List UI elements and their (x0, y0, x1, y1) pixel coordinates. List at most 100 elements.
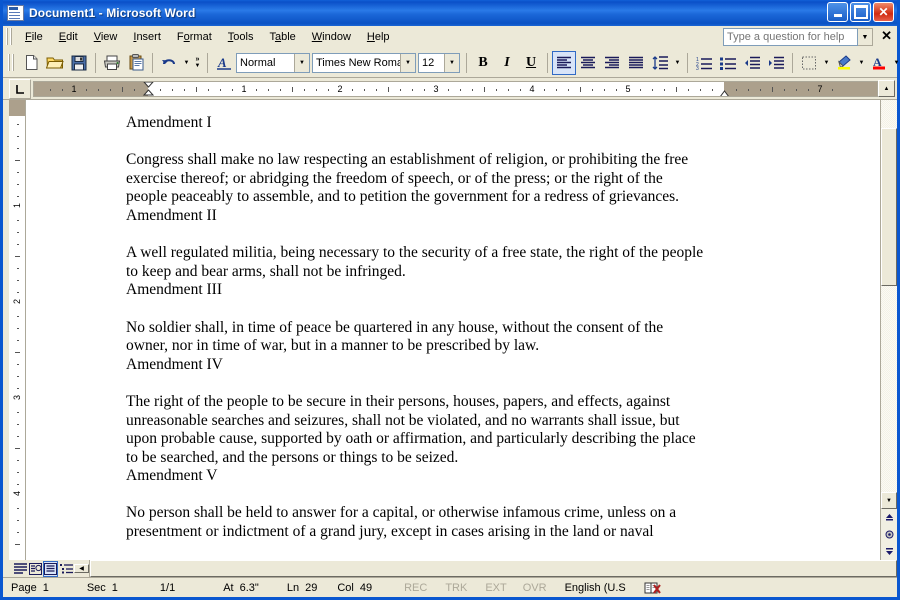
styles-formatting-icon[interactable]: A (212, 51, 236, 75)
right-indent-marker[interactable] (719, 89, 729, 96)
menu-format[interactable]: Format (169, 28, 220, 46)
menu-insert[interactable]: Insert (125, 28, 169, 46)
select-browse-object-icon[interactable] (881, 526, 897, 543)
menu-table[interactable]: Table (261, 28, 303, 46)
chevron-down-icon[interactable]: ▼ (858, 28, 873, 46)
font-dropdown-icon[interactable]: ▼ (400, 53, 415, 72)
italic-label: I (504, 54, 510, 70)
numbering-icon[interactable]: 123 (692, 51, 716, 75)
align-right-icon[interactable] (600, 51, 624, 75)
horizontal-ruler[interactable]: 1 1 2 3 4 5 7 (33, 81, 878, 97)
italic-icon[interactable]: I (495, 51, 519, 75)
decrease-indent-icon[interactable] (740, 51, 764, 75)
style-dropdown-icon[interactable]: ▼ (294, 53, 309, 72)
document-body[interactable]: Amendment I Congress shall make no law r… (26, 100, 706, 542)
svg-text:3: 3 (696, 66, 699, 70)
vruler-num-2: 2 (12, 299, 22, 305)
next-page-icon[interactable] (881, 543, 897, 560)
web-layout-view-icon[interactable] (28, 561, 42, 577)
new-document-icon[interactable] (19, 51, 43, 75)
bold-icon[interactable]: B (471, 51, 495, 75)
print-layout-view-icon[interactable] (43, 560, 58, 577)
save-disk-icon[interactable] (67, 51, 91, 75)
toolbar-options-icon[interactable]: » ▼ (192, 51, 203, 75)
toolbar-grip-1[interactable] (8, 54, 16, 71)
horizontal-scroll-row: ◀ (3, 560, 897, 577)
font-size-dropdown-icon[interactable]: ▼ (444, 53, 459, 72)
borders-icon[interactable] (797, 51, 821, 75)
align-center-icon[interactable] (576, 51, 600, 75)
status-page-label: Page (11, 581, 37, 594)
status-rec[interactable]: REC (404, 582, 427, 594)
status-ext[interactable]: EXT (485, 582, 506, 594)
scroll-down-button[interactable]: ▼ (881, 492, 897, 509)
menu-view[interactable]: View (86, 28, 126, 46)
bullets-icon[interactable] (716, 51, 740, 75)
highlight-dropdown-icon[interactable]: ▼ (856, 51, 867, 75)
hscroll-left-button[interactable]: ◀ (74, 564, 89, 573)
font-color-dropdown-icon[interactable]: ▼ (891, 51, 900, 75)
vertical-scrollbar[interactable]: ▼ (880, 100, 897, 560)
increase-indent-icon[interactable] (764, 51, 788, 75)
right-margin-zone (724, 82, 877, 96)
normal-view-icon[interactable] (13, 561, 27, 577)
paragraph: Amendment I (126, 114, 212, 131)
document-canvas[interactable]: Amendment I Congress shall make no law r… (26, 100, 880, 560)
vscroll-thumb[interactable] (881, 128, 897, 286)
line-spacing-icon[interactable] (648, 51, 672, 75)
highlight-icon[interactable] (832, 51, 856, 75)
outline-view-icon[interactable] (59, 561, 73, 577)
tab-stop-selector[interactable] (9, 79, 31, 99)
paragraph-blank (126, 300, 706, 319)
status-language[interactable]: English (U.S (565, 582, 626, 594)
status-col-value: 49 (359, 581, 373, 594)
hruler-num-1: 1 (241, 84, 247, 94)
hscroll-track[interactable] (89, 560, 897, 577)
scroll-up-button-top[interactable]: ▲ (878, 80, 895, 97)
font-color-icon[interactable]: A (867, 51, 891, 75)
paragraph: The right of the people to be secure in … (126, 392, 696, 466)
document-page[interactable]: Amendment I Congress shall make no law r… (26, 100, 880, 560)
line-spacing-dropdown-icon[interactable]: ▼ (672, 51, 683, 75)
align-left-icon[interactable] (552, 50, 576, 75)
print-icon[interactable] (100, 51, 124, 75)
font-size-combobox[interactable]: 12 ▼ (418, 52, 460, 73)
undo-dropdown-icon[interactable]: ▼ (181, 51, 192, 75)
menu-window[interactable]: Window (304, 28, 359, 46)
menu-help[interactable]: Help (359, 28, 398, 46)
maximize-button[interactable] (850, 2, 871, 22)
paragraph-blank (126, 226, 706, 245)
justify-icon[interactable] (624, 51, 648, 75)
previous-page-icon[interactable] (881, 509, 897, 526)
menubar-grip[interactable] (6, 28, 14, 45)
paragraph: No soldier shall, in time of peace be qu… (126, 318, 664, 355)
paste-clipboard-icon[interactable] (124, 51, 148, 75)
paragraph: No person shall be held to answer for a … (126, 504, 677, 541)
window-controls (827, 2, 894, 22)
style-combobox[interactable]: Normal ▼ (236, 52, 310, 73)
hscroll-thumb[interactable] (90, 560, 897, 577)
font-combobox[interactable]: Times New Roman ▼ (312, 52, 416, 73)
help-search-input[interactable] (723, 28, 858, 46)
close-button[interactable] (873, 2, 894, 22)
paragraph-blank (126, 133, 706, 152)
status-ovr[interactable]: OVR (523, 582, 547, 594)
undo-icon[interactable] (157, 51, 181, 75)
status-page-value: 1 (42, 581, 49, 594)
standard-formatting-toolbar: ▼ » ▼ A Normal ▼ Times New Roman ▼ 12 ▼ B… (3, 48, 900, 78)
menu-edit[interactable]: Edit (51, 28, 86, 46)
borders-dropdown-icon[interactable]: ▼ (821, 51, 832, 75)
vertical-ruler[interactable]: 1 2 3 4 (9, 100, 26, 560)
close-document-icon[interactable]: ✕ (881, 29, 892, 43)
spelling-grammar-icon[interactable] (644, 581, 661, 594)
status-trk[interactable]: TRK (445, 582, 467, 594)
open-folder-icon[interactable] (43, 51, 67, 75)
first-line-indent-marker[interactable] (142, 82, 155, 96)
menu-tools[interactable]: Tools (220, 28, 262, 46)
ask-a-question-box: ▼ (723, 28, 873, 46)
hruler-num-5: 5 (625, 84, 631, 94)
underline-icon[interactable]: U (519, 51, 543, 75)
menu-file[interactable]: File (17, 28, 51, 46)
minimize-button[interactable] (827, 2, 848, 22)
vscroll-track[interactable] (881, 100, 897, 492)
